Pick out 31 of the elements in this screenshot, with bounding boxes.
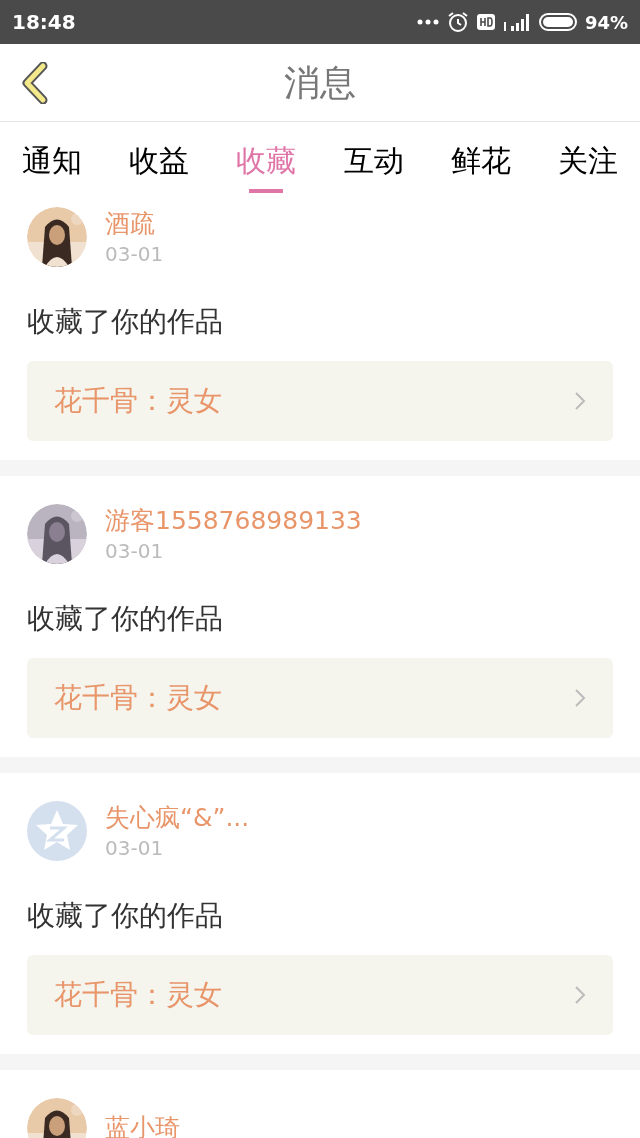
message-date: 03-01 <box>105 241 164 267</box>
tab[interactable]: 互动 <box>343 127 404 193</box>
user-name[interactable]: 失心疯“&”... <box>105 801 250 835</box>
tab[interactable]: 关注 <box>557 127 618 193</box>
battery-percent: 94% <box>584 10 628 35</box>
clock-time: 18:48 <box>12 9 76 36</box>
star-avatar-icon <box>27 801 87 861</box>
user-name[interactable]: 酒疏 <box>105 207 164 241</box>
chevron-right-icon <box>574 688 586 708</box>
signal-icon <box>502 12 531 32</box>
message-text: 收藏了你的作品 <box>27 898 224 934</box>
tab[interactable]: 通知 <box>22 127 82 193</box>
message-text: 收藏了你的作品 <box>27 304 224 340</box>
work-link[interactable]: 花千骨：灵女 <box>27 955 613 1035</box>
battery-icon <box>538 13 577 31</box>
more-dots-icon <box>416 19 439 25</box>
work-link[interactable]: 花千骨：灵女 <box>27 361 613 441</box>
message-date: 03-01 <box>105 538 165 564</box>
hd-icon <box>476 14 495 30</box>
page-title: 消息 <box>284 60 356 105</box>
tab[interactable]: 收益 <box>129 127 190 193</box>
work-link[interactable]: 花千骨：灵女 <box>27 658 613 738</box>
message-text: 收藏了你的作品 <box>27 601 224 637</box>
tab[interactable]: 鲜花 <box>450 127 511 193</box>
back-chevron-icon <box>19 61 49 104</box>
tab[interactable]: 收藏 <box>236 127 297 193</box>
chevron-right-icon <box>574 391 586 411</box>
message-date: 03-01 <box>105 835 165 861</box>
alarm-icon <box>446 11 469 33</box>
user-name[interactable]: 游客1558768989133 <box>105 504 362 538</box>
chevron-right-icon <box>574 985 586 1005</box>
